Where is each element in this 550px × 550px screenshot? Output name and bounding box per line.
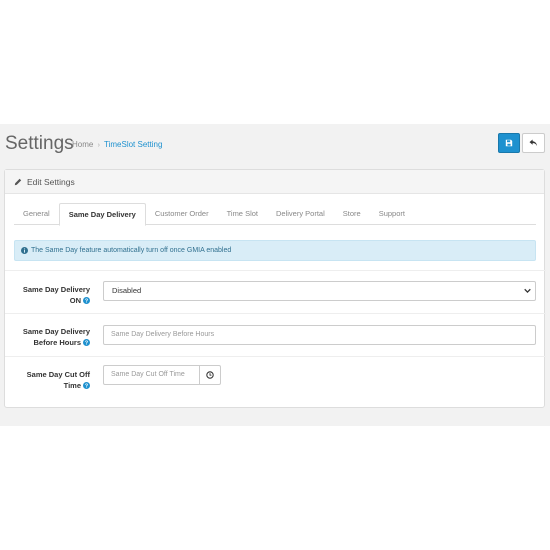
before-hours-label-line2: Before Hours bbox=[33, 338, 81, 347]
save-icon bbox=[505, 139, 513, 147]
svg-text:?: ? bbox=[85, 383, 88, 389]
info-alert: The Same Day feature automatically turn … bbox=[14, 240, 536, 261]
form-row-cut-off: Same Day Cut Off Time? Same Day Cut Off … bbox=[5, 356, 546, 408]
alert-text: The Same Day feature automatically turn … bbox=[31, 247, 232, 254]
app-content: Settings Home › TimeSlot Setting Edit Se… bbox=[0, 124, 550, 426]
tab-general[interactable]: General bbox=[14, 203, 59, 225]
before-hours-input[interactable]: Same Day Delivery Before Hours bbox=[103, 325, 536, 345]
breadcrumb: Home › TimeSlot Setting bbox=[72, 140, 162, 149]
tab-support[interactable]: Support bbox=[370, 203, 414, 225]
cut-off-label: Same Day Cut Off Time? bbox=[27, 369, 90, 391]
tab-time-slot[interactable]: Time Slot bbox=[218, 203, 267, 225]
page-title: Settings bbox=[5, 133, 74, 154]
question-circle-icon: ? bbox=[83, 297, 90, 304]
pencil-icon bbox=[14, 178, 22, 186]
breadcrumb-separator: › bbox=[97, 142, 100, 149]
cut-off-input[interactable]: Same Day Cut Off Time bbox=[103, 365, 200, 385]
same-day-on-select[interactable]: Disabled bbox=[103, 281, 536, 301]
same-day-on-label-line2: ON bbox=[69, 296, 81, 305]
clock-icon bbox=[206, 371, 214, 379]
same-day-on-value: Disabled bbox=[112, 286, 142, 295]
question-circle-icon: ? bbox=[83, 339, 90, 346]
question-circle-icon: ? bbox=[83, 382, 90, 389]
breadcrumb-home[interactable]: Home bbox=[72, 140, 93, 149]
before-hours-label-line1: Same Day Delivery bbox=[22, 327, 90, 336]
form-row-same-day-on: Same Day Delivery ON? Disabled bbox=[5, 270, 546, 313]
before-hours-placeholder: Same Day Delivery Before Hours bbox=[111, 331, 215, 338]
same-day-on-label: Same Day Delivery ON? bbox=[23, 284, 90, 306]
cut-off-placeholder: Same Day Cut Off Time bbox=[111, 371, 185, 378]
tab-customer-order[interactable]: Customer Order bbox=[146, 203, 218, 225]
page-header: Settings Home › TimeSlot Setting bbox=[0, 124, 550, 164]
breadcrumb-current[interactable]: TimeSlot Setting bbox=[104, 140, 162, 149]
back-button[interactable] bbox=[522, 133, 545, 153]
info-circle-icon bbox=[21, 247, 28, 254]
same-day-on-label-line1: Same Day Delivery bbox=[22, 285, 90, 294]
chevron-down-icon bbox=[524, 288, 531, 293]
before-hours-label: Same Day Delivery Before Hours? bbox=[23, 326, 90, 348]
panel-heading: Edit Settings bbox=[5, 170, 544, 194]
tab-store[interactable]: Store bbox=[334, 203, 370, 225]
reply-icon bbox=[529, 139, 538, 147]
settings-tabs: General Same Day Delivery Customer Order… bbox=[14, 203, 536, 226]
form-row-before-hours: Same Day Delivery Before Hours? Same Day… bbox=[5, 313, 546, 356]
save-button[interactable] bbox=[498, 133, 520, 153]
cut-off-label-line1: Same Day Cut Off bbox=[26, 370, 90, 379]
tab-delivery-portal[interactable]: Delivery Portal bbox=[267, 203, 334, 225]
edit-settings-panel: Edit Settings General Same Day Delivery … bbox=[4, 169, 546, 408]
svg-text:?: ? bbox=[85, 340, 88, 346]
cut-off-label-line2: Time bbox=[63, 381, 81, 390]
clock-button[interactable] bbox=[199, 365, 221, 385]
svg-text:?: ? bbox=[85, 298, 88, 304]
tab-same-day-delivery[interactable]: Same Day Delivery bbox=[58, 203, 146, 226]
panel-heading-text: Edit Settings bbox=[27, 176, 75, 187]
